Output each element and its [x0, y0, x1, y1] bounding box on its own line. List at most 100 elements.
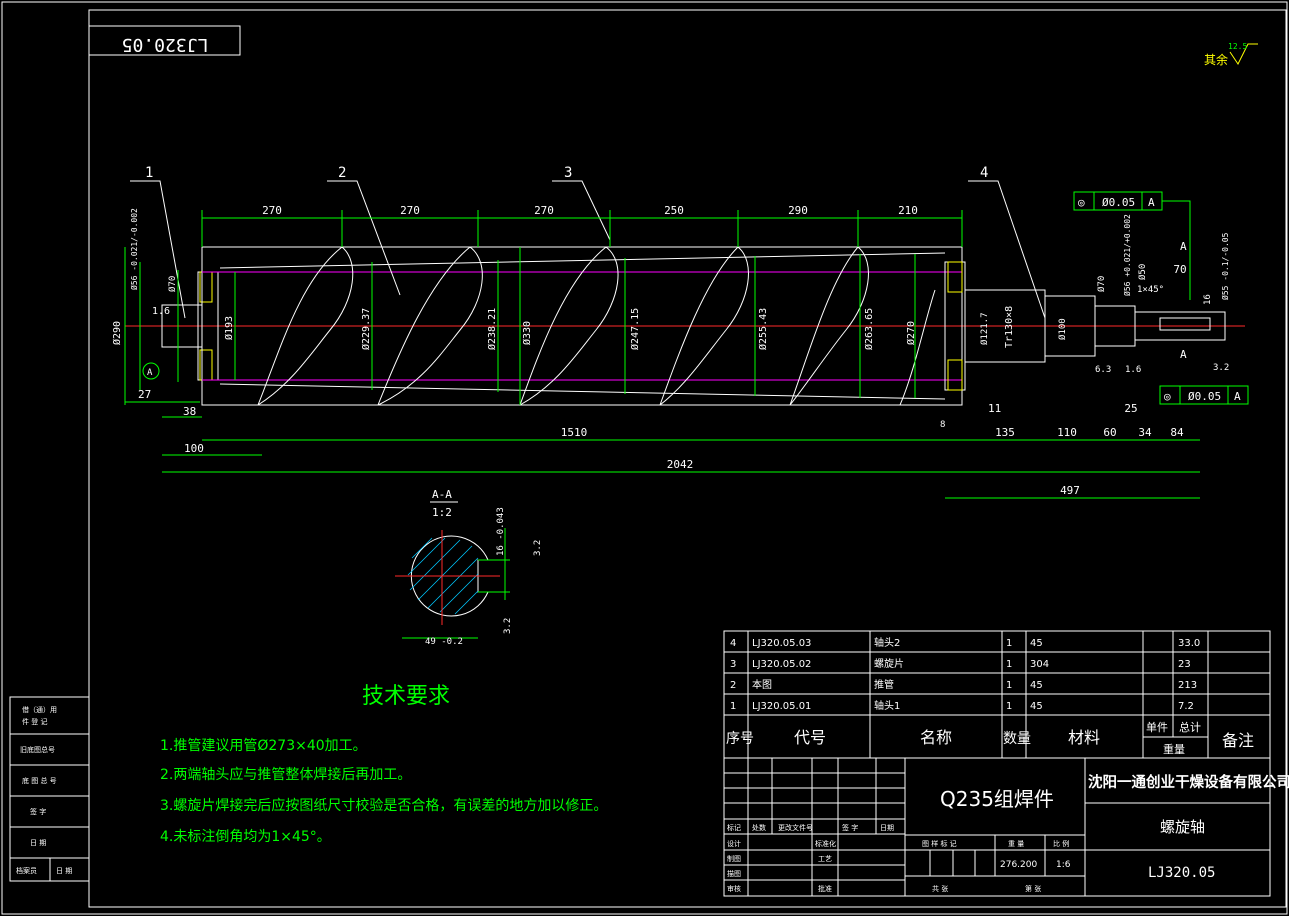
tolerance-symbol-1: ◎ — [1078, 196, 1085, 209]
main-view — [125, 246, 1245, 406]
tb-mark: 标记 — [727, 823, 741, 832]
bom-row-3-code: 本图 — [752, 678, 772, 691]
dim-56-right: Ø56 +0.021/+0.002 — [1122, 214, 1132, 296]
balloon-3: 3 — [564, 165, 572, 181]
bom-row-4-qty: 1 — [1006, 701, 1012, 712]
dim-left-70: Ø70 — [167, 276, 178, 292]
section-rough-2: 3.2 — [503, 618, 513, 634]
bom-header-total: 总计 — [1179, 720, 1201, 734]
section-dim-depth: 49 -0.2 — [425, 637, 463, 647]
dim-left-290: Ø290 — [111, 321, 123, 345]
dim-50: Ø50 — [1137, 264, 1148, 280]
tb-weight: 276.200 — [1000, 860, 1037, 870]
bom-row-3-name: 推管 — [874, 678, 894, 691]
dim-34: 34 — [1138, 426, 1152, 439]
bom-row-1-name: 轴头2 — [874, 636, 900, 649]
dim-70-right: Ø70 — [1096, 276, 1107, 292]
bom-header-code: 代号 — [794, 728, 826, 747]
bom-row-4-material: 45 — [1030, 701, 1043, 712]
balloon-2: 2 — [338, 165, 346, 181]
tb-draw: 制图 — [727, 854, 741, 863]
tb-material: Q235组焊件 — [940, 787, 1054, 811]
bom-row-4-total: 7.2 — [1178, 701, 1194, 712]
tb-review: 审核 — [727, 884, 741, 893]
dim-121: Ø121.7 — [979, 312, 990, 345]
side-archivist: 档案员 — [16, 866, 37, 875]
dim-8: 8 — [940, 420, 945, 430]
right-weld-bottom — [947, 359, 963, 391]
dim-top-1: 270 — [262, 204, 282, 217]
bom-header-weight: 重量 — [1163, 742, 1185, 756]
bom-row-3-material: 45 — [1030, 680, 1043, 691]
flight-6 — [899, 289, 936, 406]
dim-135: 135 — [995, 426, 1015, 439]
dim-top-5: 290 — [788, 204, 808, 217]
side-reg-2: 件 登 记 — [22, 717, 47, 726]
section-rough-1: 3.2 — [533, 540, 543, 556]
tb-design: 设计 — [727, 839, 741, 848]
tolerance-datum-1: A — [1148, 196, 1155, 209]
dim-497: 497 — [1060, 484, 1080, 497]
top-dimensions: 270 270 270 250 290 210 — [201, 204, 963, 247]
tolerance-symbol-2: ◎ — [1164, 390, 1171, 403]
tb-scale-label: 比 例 — [1053, 839, 1069, 848]
bom-row-4-name: 轴头1 — [874, 699, 900, 712]
dim-top-2: 270 — [400, 204, 420, 217]
engineering-drawing: LJ320.05 其余 12.5 1 2 3 4 270 270 270 250… — [1, 1, 1289, 915]
tb-std: 标准化 — [815, 839, 836, 848]
dim-left-100: 100 — [184, 442, 204, 455]
tb-company: 沈阳一通创业干燥设备有限公司 — [1088, 773, 1289, 791]
dim-60: 60 — [1103, 426, 1116, 439]
dim-25: 25 — [1124, 402, 1137, 415]
bom-header-material: 材料 — [1068, 728, 1100, 747]
dim-left-38: 38 — [183, 405, 196, 418]
side-reg-1: 借（通）用 — [22, 705, 57, 714]
dim-3-2: 3.2 — [1213, 363, 1229, 373]
dim-6-3: 6.3 — [1095, 365, 1111, 375]
bom-table: 4 LJ320.05.03 轴头2 1 45 33.0 3 LJ320.05.0… — [723, 630, 1271, 759]
dim-55: Ø55 -0.1/-0.05 — [1220, 232, 1230, 300]
dim-left-56: Ø56 -0.021/-0.002 — [129, 208, 139, 290]
bom-header-name: 名称 — [920, 728, 952, 747]
bom-row-1-total: 33.0 — [1178, 638, 1200, 649]
tb-part-name: 螺旋轴 — [1160, 818, 1205, 836]
left-dimensions: Ø290 Ø56 -0.021/-0.002 Ø70 1.6 A 27 38 1… — [111, 208, 262, 456]
drawing-number-mirrored: LJ320.05 — [122, 34, 209, 55]
dim-84: 84 — [1170, 426, 1184, 439]
dim-110: 110 — [1057, 426, 1077, 439]
dim-top-3: 270 — [534, 204, 554, 217]
balloon-4: 4 — [980, 165, 988, 181]
bom-row-4-code: LJ320.05.01 — [752, 701, 811, 712]
dim-top-6: 210 — [898, 204, 918, 217]
bom-row-1-code: LJ320.05.03 — [752, 638, 811, 649]
side-sign: 签 字 — [30, 807, 46, 816]
technical-notes: 技术要求 1.推管建议用管Ø273×40加工。 2.两端轴头应与推管整体焊接后再… — [160, 684, 607, 845]
side-base-no: 底 图 总 号 — [22, 776, 57, 785]
tb-scale: 1:6 — [1056, 860, 1071, 870]
dim-1-6: 1.6 — [1125, 365, 1141, 375]
tb-doc: 更改文件号 — [778, 823, 813, 832]
tb-approve: 批准 — [818, 884, 832, 893]
tolerance-datum-2: A — [1234, 390, 1241, 403]
balloon-1: 1 — [145, 165, 153, 181]
dim-left-27: 27 — [138, 388, 151, 401]
dim-11: 11 — [988, 402, 1001, 415]
cut-label-bottom: A — [1180, 348, 1187, 361]
notes-title: 技术要求 — [362, 684, 450, 709]
dim-body-238: Ø238.21 — [486, 308, 498, 350]
side-archive-date: 日 期 — [56, 867, 72, 875]
dim-body-270: Ø270 — [905, 321, 917, 345]
tb-count: 处数 — [752, 823, 766, 832]
side-date: 日 期 — [30, 839, 46, 847]
note-4: 4.未标注倒角均为1×45°。 — [160, 829, 331, 845]
dim-70: 70 — [1173, 263, 1186, 276]
dim-2042: 2042 — [667, 458, 694, 471]
bom-header-no: 序号 — [726, 731, 754, 747]
bom-row-1-qty: 1 — [1006, 638, 1012, 649]
roughness-note-label: 其余 — [1204, 52, 1228, 67]
tb-date: 日期 — [880, 824, 894, 832]
dim-16: 16 — [1203, 294, 1213, 305]
bom-row-2-no: 3 — [730, 659, 736, 670]
tb-drawing-no: LJ320.05 — [1148, 865, 1215, 881]
taper-top — [219, 252, 946, 269]
